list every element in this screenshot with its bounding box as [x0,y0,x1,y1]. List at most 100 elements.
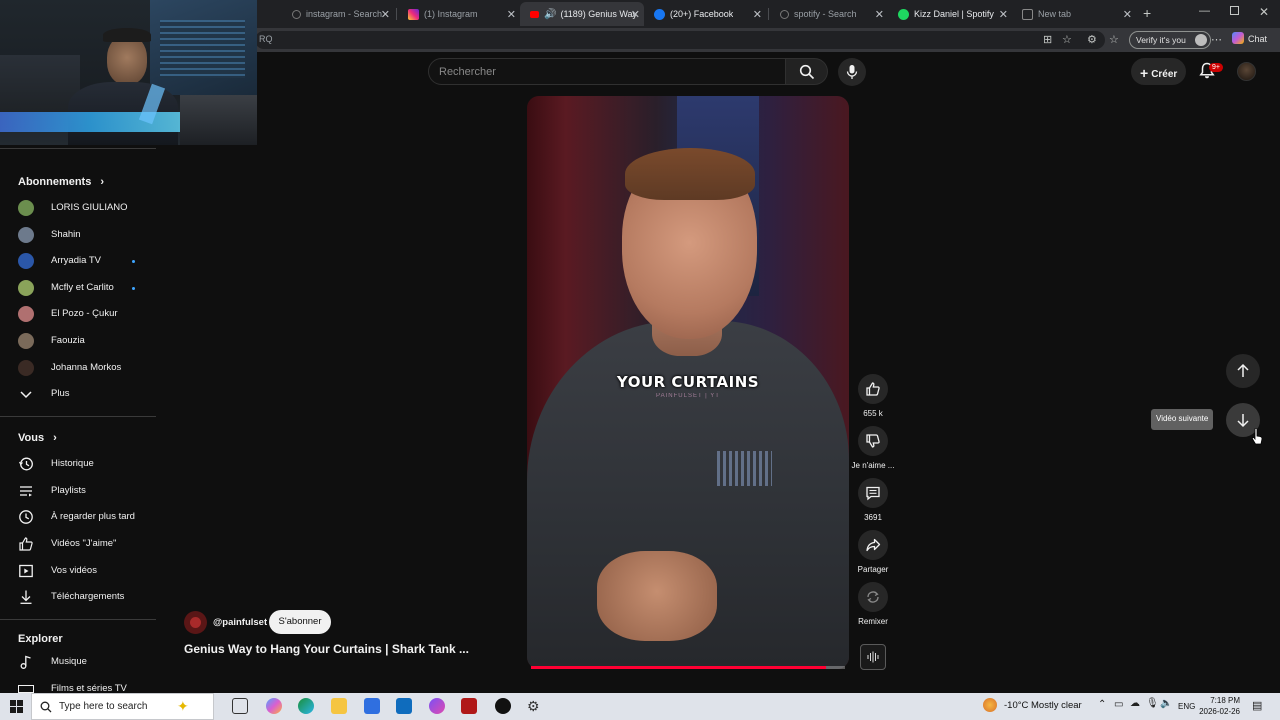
browser-tab[interactable]: instagram - Search ✕ [282,2,394,26]
subscription-item[interactable]: Faouzia [0,328,156,354]
settings-gear-icon[interactable]: ⚙ [527,698,543,714]
close-tab-icon[interactable]: ✕ [1123,8,1132,21]
edge-browser-icon[interactable] [298,698,314,714]
minimize-icon[interactable]: — [1199,5,1210,17]
headset [103,28,151,42]
close-tab-icon[interactable]: ✕ [999,8,1008,21]
sidebar-item-label: À regarder plus tard [51,511,135,522]
dislike-button[interactable] [858,426,888,456]
file-explorer-icon[interactable] [331,698,347,714]
close-tab-icon[interactable]: ✕ [507,8,516,21]
comments-button[interactable] [858,478,888,508]
windows-start-icon[interactable] [10,700,23,713]
video-title[interactable]: Genius Way to Hang Your Curtains | Shark… [184,642,494,656]
chevron-right-icon: › [100,176,105,188]
subscription-item[interactable]: Mcfly et Carlito [0,275,156,301]
speaker-icon[interactable]: 🔊 [544,9,556,20]
close-tab-icon[interactable]: ✕ [875,8,884,21]
close-tab-icon[interactable]: ✕ [753,8,762,21]
search-button[interactable] [786,58,828,85]
like-button[interactable] [858,374,888,404]
language-indicator[interactable]: ENG [1178,702,1195,711]
weather-icon[interactable] [983,698,997,712]
task-view-icon[interactable] [232,698,248,714]
messenger-icon[interactable] [429,698,445,714]
taskbar-clock[interactable]: 7:18 PM 2026-02-26 [1194,695,1240,717]
sidebar-item-liked-videos[interactable]: Vidéos "J'aime" [0,531,156,557]
close-tab-icon[interactable]: ✕ [631,8,640,21]
browser-tab[interactable]: (20+) Facebook ✕ [644,2,766,26]
shirt-logo [717,451,772,486]
tab-separator [768,8,769,20]
sidebar-item-history[interactable]: Historique [0,451,156,477]
subscription-item[interactable]: LORIS GIULIANO [0,195,156,221]
close-tab-icon[interactable]: ✕ [381,8,390,21]
copilot-chat-button[interactable]: Chat [1232,32,1267,44]
outlook-icon[interactable] [396,698,412,714]
browser-tab[interactable]: New tab ✕ [1012,2,1136,26]
sound-button[interactable] [860,644,886,670]
close-window-icon[interactable]: ✕ [1259,5,1269,19]
show-more-subscriptions[interactable]: Plus [0,381,156,407]
share-button[interactable] [858,530,888,560]
weather-description[interactable]: Mostly clear [1031,700,1082,711]
browser-tab[interactable]: (1) Instagram ✕ [398,2,520,26]
address-bar[interactable]: RQ [255,31,1105,49]
browser-tab[interactable]: Kizz Daniel | Spotify ✕ [888,2,1012,26]
favorites-icon[interactable]: ☆ [1109,33,1119,46]
extensions-icon[interactable]: ⚙ [1087,33,1097,46]
new-tab-icon[interactable]: + [1143,5,1151,21]
restore-icon[interactable] [1230,6,1239,15]
liked-videos-icon [19,537,33,551]
weather-temperature[interactable]: -10°C [1004,700,1028,711]
short-video-player[interactable]: YOUR CURTAINS PAINFULSET | YT [527,96,849,669]
you-heading[interactable]: Vous › [18,432,57,444]
sidebar-item-your-videos[interactable]: Vos vidéos [0,558,156,584]
subscribe-button[interactable]: S'abonner [269,610,331,634]
copilot-app-icon[interactable] [266,698,282,714]
sidebar-item-music[interactable]: Musique [0,649,156,675]
new-content-dot [132,287,135,290]
sidebar-item-films[interactable]: Films et séries TV [0,676,156,693]
microsoft-store-icon[interactable] [364,698,380,714]
channel-avatar[interactable] [184,611,207,634]
notifications-center-icon[interactable]: ▤ [1252,699,1262,712]
microphone-tray-icon[interactable]: 🎙 [1146,698,1159,709]
subscription-name: El Pozo - Çukur [51,308,118,319]
volume-icon[interactable]: 🔈 [1160,698,1172,709]
profile-verify-button[interactable]: Verify it's you [1129,31,1211,49]
subscription-item[interactable]: Arryadia TV [0,248,156,274]
network-icon[interactable]: ▭ [1114,699,1123,710]
copilot-icon [1232,32,1244,44]
subscriptions-heading[interactable]: Abonnements › [18,176,104,188]
onedrive-icon[interactable]: ☁ [1130,698,1140,709]
create-button[interactable]: + Créer [1131,58,1186,85]
microphone-icon [846,65,858,79]
browser-tab[interactable]: spotify - Search ✕ [770,2,888,26]
previous-video-button[interactable] [1226,354,1260,388]
taskbar-search-input[interactable]: Type here to search ✦ [31,693,214,720]
video-progress-bar[interactable] [531,666,827,669]
favorite-star-icon[interactable]: ☆ [1062,33,1072,46]
more-menu-icon[interactable]: ⋯ [1211,33,1222,46]
account-avatar[interactable] [1237,62,1256,81]
search-input[interactable]: Rechercher [428,58,786,85]
video-caption: YOUR CURTAINS [616,373,760,391]
channel-avatar [18,227,34,243]
obs-studio-icon[interactable] [495,698,511,714]
browser-tab-active[interactable]: 🔊 (1189) Genius Way ✕ [520,2,644,26]
sidebar-item-downloads[interactable]: Téléchargements [0,584,156,610]
subscription-item[interactable]: El Pozo - Çukur [0,301,156,327]
voicemeeter-icon[interactable] [461,698,477,714]
remix-button[interactable] [858,582,888,612]
tray-chevron-up-icon[interactable]: ⌃ [1098,699,1106,710]
sidebar-item-playlists[interactable]: Playlists [0,478,156,504]
watch-later-icon [19,510,33,524]
channel-handle[interactable]: @painfulset [213,617,267,628]
voice-search-button[interactable] [838,58,866,86]
sidebar-item-label: Vos vidéos [51,565,97,576]
subscription-item[interactable]: Johanna Morkos [0,355,156,381]
install-app-icon[interactable]: ⊞ [1043,33,1052,46]
subscription-item[interactable]: Shahin [0,222,156,248]
sidebar-item-watch-later[interactable]: À regarder plus tard [0,504,156,530]
